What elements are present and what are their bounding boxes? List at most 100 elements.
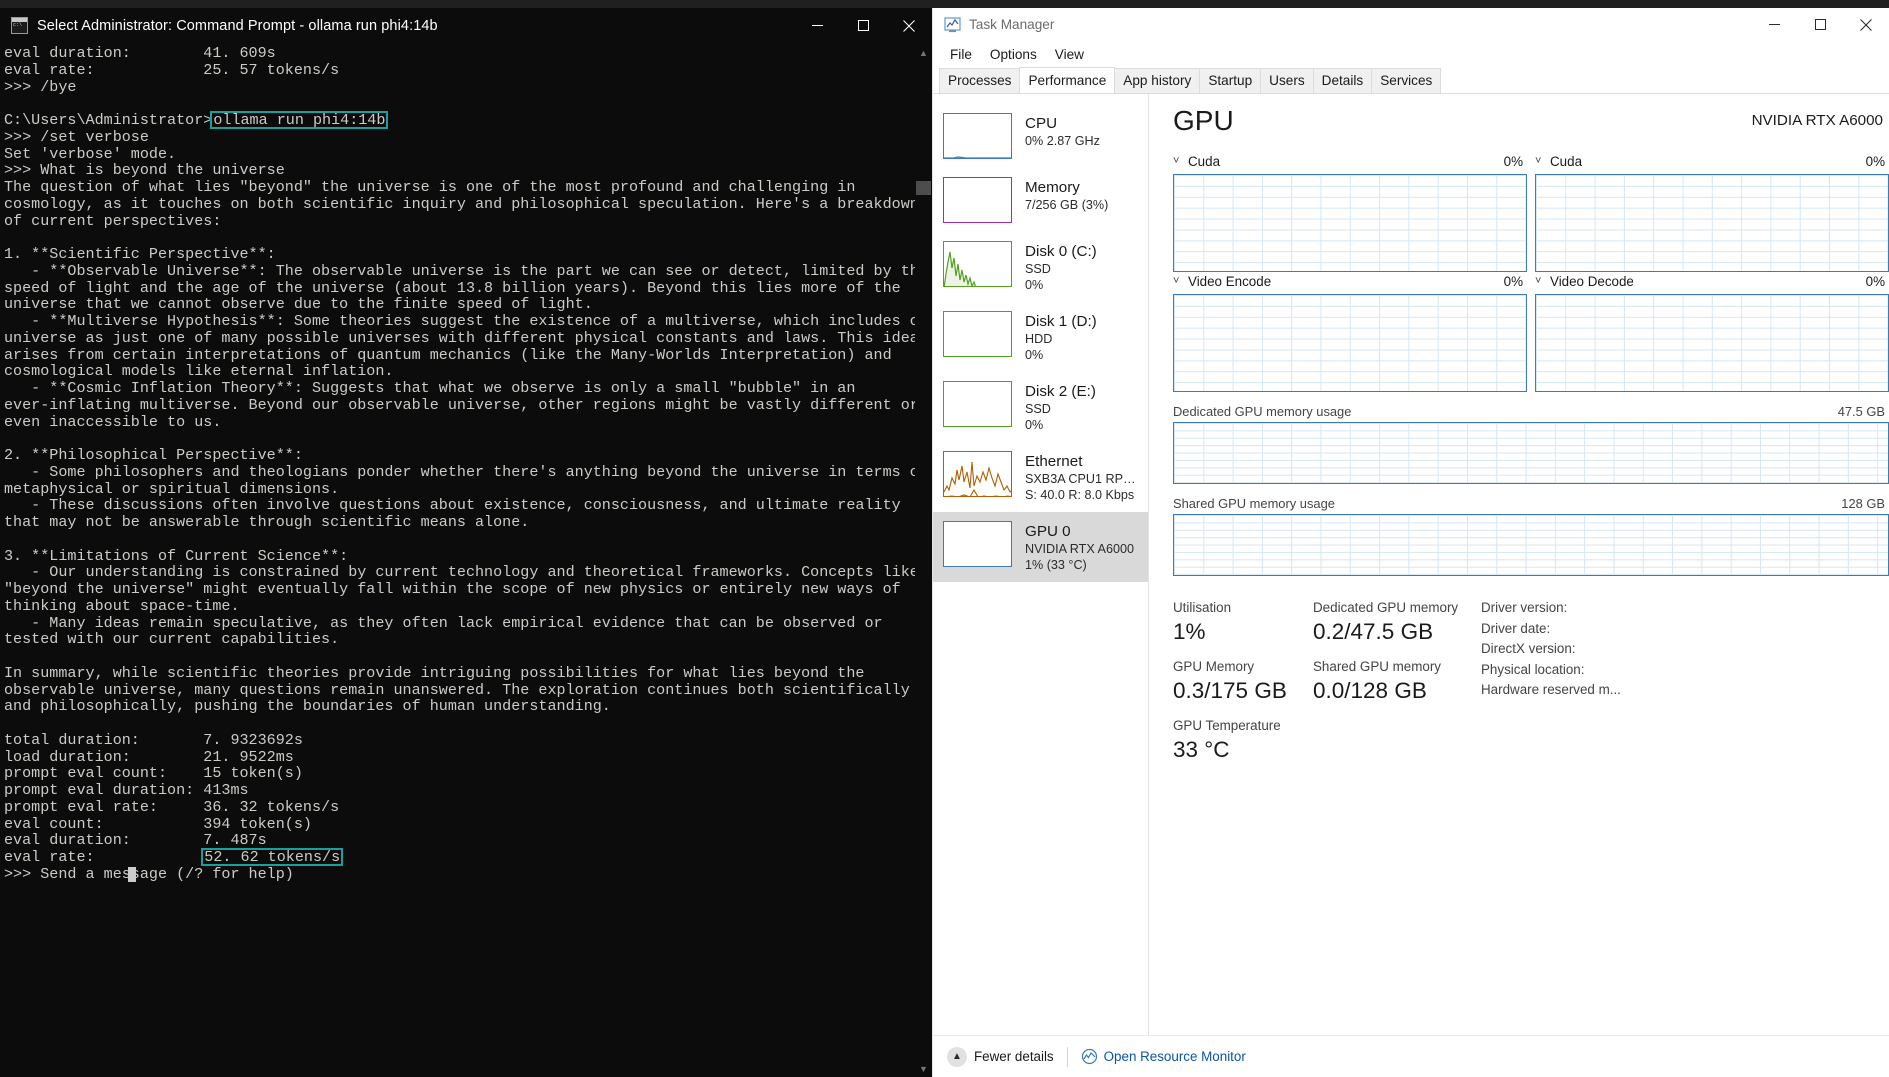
terminal-line: - Our understanding is constrained by cu… (4, 563, 915, 582)
gpu-detail-pane: GPU NVIDIA RTX A6000 ˅ Cuda 0% ˅ Cuda 0% ˅ Vide… (1149, 94, 1889, 1035)
graph-header[interactable]: ˅ Video Encode 0% (1173, 272, 1527, 290)
cmd-scrollbar-thumb[interactable] (916, 181, 931, 195)
graph-percent: 0% (1865, 273, 1885, 289)
graph-header[interactable]: ˅ Cuda 0% (1173, 152, 1527, 170)
sidebar-item-ethernet[interactable]: Ethernet SXB3A CPU1 RP1A ... S: 40.0 R: 8.… (933, 442, 1148, 512)
minimize-icon[interactable] (1751, 8, 1797, 41)
tab-services[interactable]: Services (1371, 68, 1442, 93)
stat-value: 0.0/128 GB (1313, 678, 1427, 703)
terminal-stat-line: eval duration: 7. 487s (4, 831, 267, 850)
sidebar-item-memory[interactable]: Memory 7/256 GB (3%) (933, 168, 1148, 232)
chevron-down-icon[interactable]: ˅ (1173, 275, 1184, 287)
task-manager-window-controls (1751, 8, 1889, 41)
console-icon (11, 17, 28, 34)
terminal-line: - Some philosophers and theologians pond… (4, 462, 915, 481)
terminal-line: >>> What is beyond the universe (4, 161, 285, 180)
resource-sparkline (943, 311, 1012, 357)
tab-processes[interactable]: Processes (939, 68, 1021, 93)
resource-monitor-icon (1081, 1048, 1098, 1065)
resource-sparkline (943, 451, 1012, 497)
chevron-down-icon[interactable]: ˅ (1173, 155, 1184, 167)
tab-app-history[interactable]: App history (1114, 68, 1201, 93)
resource-sub-primary: 0% 2.87 GHz (1025, 134, 1100, 148)
menu-item-view[interactable]: View (1047, 44, 1092, 65)
terminal-line: cosmological models like eternal inflati… (4, 362, 394, 381)
memory-graph-capacity: 128 GB (1841, 496, 1885, 511)
graph-header[interactable]: ˅ Cuda 0% (1535, 152, 1889, 170)
terminal-output[interactable]: eval duration: 41. 609s eval rate: 25. 57… (0, 44, 915, 1077)
graph-percent: 0% (1865, 153, 1885, 169)
gpu-engine-graph-cuda: ˅ Cuda 0% (1173, 152, 1527, 272)
task-manager-statusbar: ▲ Fewer details Open Resource Monitor (933, 1035, 1889, 1077)
tab-performance[interactable]: Performance (1019, 67, 1116, 93)
close-icon[interactable] (886, 8, 932, 44)
resource-labels: Ethernet SXB3A CPU1 RP1A ... S: 40.0 R: 8.… (1025, 451, 1142, 503)
sidebar-item-gpu-0[interactable]: GPU 0 NVIDIA RTX A6000 1% (33 °C) (933, 512, 1148, 582)
scroll-up-icon[interactable]: ▲ (915, 44, 932, 61)
memory-graph-header: Dedicated GPU memory usage 47.5 GB (1173, 404, 1889, 419)
resource-sparkline (943, 381, 1012, 427)
maximize-icon[interactable] (1797, 8, 1843, 41)
gpu-detail-header: GPU NVIDIA RTX A6000 (1173, 104, 1889, 138)
tab-startup[interactable]: Startup (1199, 68, 1262, 93)
resource-name: CPU (1025, 115, 1058, 132)
terminal-line: The question of what lies "beyond" the u… (4, 178, 856, 196)
menu-item-options[interactable]: Options (982, 44, 1045, 65)
tab-users[interactable]: Users (1260, 68, 1314, 93)
text-cursor (128, 866, 136, 882)
resource-sub-secondary: 1% (33 °C) (1025, 558, 1087, 572)
gpu-engine-graph-video-encode: ˅ Video Encode 0% (1173, 272, 1527, 392)
terminal-line: thinking about space-time. (4, 596, 240, 615)
chevron-down-icon[interactable]: ˅ (1535, 275, 1546, 287)
sidebar-item-cpu[interactable]: CPU 0% 2.87 GHz (933, 104, 1148, 168)
gpu-stat-dedicated-gpu-memory: Dedicated GPU memory 0.2/47.5 GB (1313, 598, 1473, 657)
fewer-details-button[interactable]: ▲ Fewer details (947, 1046, 1054, 1067)
terminal-line: "beyond the universe" might eventually f… (4, 580, 901, 598)
eval-rate-label: eval rate: (4, 848, 204, 866)
cmd-scrollbar-track[interactable] (915, 61, 932, 1060)
graph-header[interactable]: ˅ Video Decode 0% (1535, 272, 1889, 290)
cmd-body: eval duration: 41. 609s eval rate: 25. 57… (0, 44, 932, 1077)
graph-plot-area (1535, 294, 1889, 392)
graph-label: Cuda (1188, 153, 1221, 169)
minimize-icon[interactable] (794, 8, 840, 44)
open-resource-monitor-link[interactable]: Open Resource Monitor (1081, 1048, 1246, 1065)
close-icon[interactable] (1843, 8, 1889, 41)
menu-item-file[interactable]: File (942, 44, 980, 65)
terminal-line: 1. **Scientific Perspective**: (4, 245, 276, 263)
resource-name: Disk 1 (D:) (1025, 313, 1097, 330)
resource-labels: CPU 0% 2.87 GHz (1025, 113, 1142, 149)
chevron-down-icon[interactable]: ˅ (1535, 155, 1546, 167)
terminal-line: eval duration: 41. 609s (4, 44, 276, 62)
terminal-line: - These discussions often involve questi… (4, 496, 901, 515)
sidebar-item-disk-1-d[interactable]: Disk 1 (D:) HDD 0% (933, 302, 1148, 372)
task-manager-icon (944, 16, 961, 33)
gpu-info-row: Physical location: (1481, 661, 1585, 677)
gpu-memory-graphs: Dedicated GPU memory usage 47.5 GB Shared … (1173, 404, 1889, 576)
sidebar-item-disk-2-e[interactable]: Disk 2 (E:) SSD 0% (933, 372, 1148, 442)
resource-sub-secondary: 0% (1025, 418, 1044, 432)
cmd-titlebar[interactable]: Select Administrator: Command Prompt - o… (0, 8, 932, 44)
resource-sparkline (943, 177, 1012, 223)
graph-label: Video Decode (1550, 273, 1634, 289)
terminal-line: 3. **Limitations of Current Science**: (4, 546, 349, 565)
sidebar-item-disk-0-c[interactable]: Disk 0 (C:) SSD 0% (933, 232, 1148, 302)
terminal-line: - **Observable Universe**: The observabl… (4, 261, 915, 280)
tab-details[interactable]: Details (1312, 68, 1373, 93)
cmd-scrollbar[interactable]: ▲ ▼ (915, 44, 932, 1077)
gpu-stat-utilisation: Utilisation 1% (1173, 598, 1313, 657)
maximize-icon[interactable] (840, 8, 886, 44)
task-manager-titlebar[interactable]: Task Manager (933, 8, 1889, 41)
fewer-details-label: Fewer details (974, 1049, 1054, 1064)
terminal-command-line: C:\Users\Administrator>ollama run phi4:1… (4, 111, 915, 129)
resource-sidebar[interactable]: CPU 0% 2.87 GHz Memory 7/256 GB (3%) Disk 0 … (933, 94, 1149, 1035)
terminal-line: metaphysical or spiritual dimensions. (4, 479, 340, 498)
scroll-down-icon[interactable]: ▼ (915, 1060, 932, 1077)
resource-sub-primary: SSD (1025, 402, 1051, 416)
gpu-info-row: Driver version: (1481, 600, 1568, 615)
terminal-line: of current perspectives: (4, 211, 222, 230)
terminal-prompt-line[interactable]: >>> Send a message (/? for help) (4, 865, 915, 883)
gpu-engine-graph-cuda: ˅ Cuda 0% (1535, 152, 1889, 272)
terminal-line: - **Multiverse Hypothesis**: Some theori… (4, 312, 915, 330)
